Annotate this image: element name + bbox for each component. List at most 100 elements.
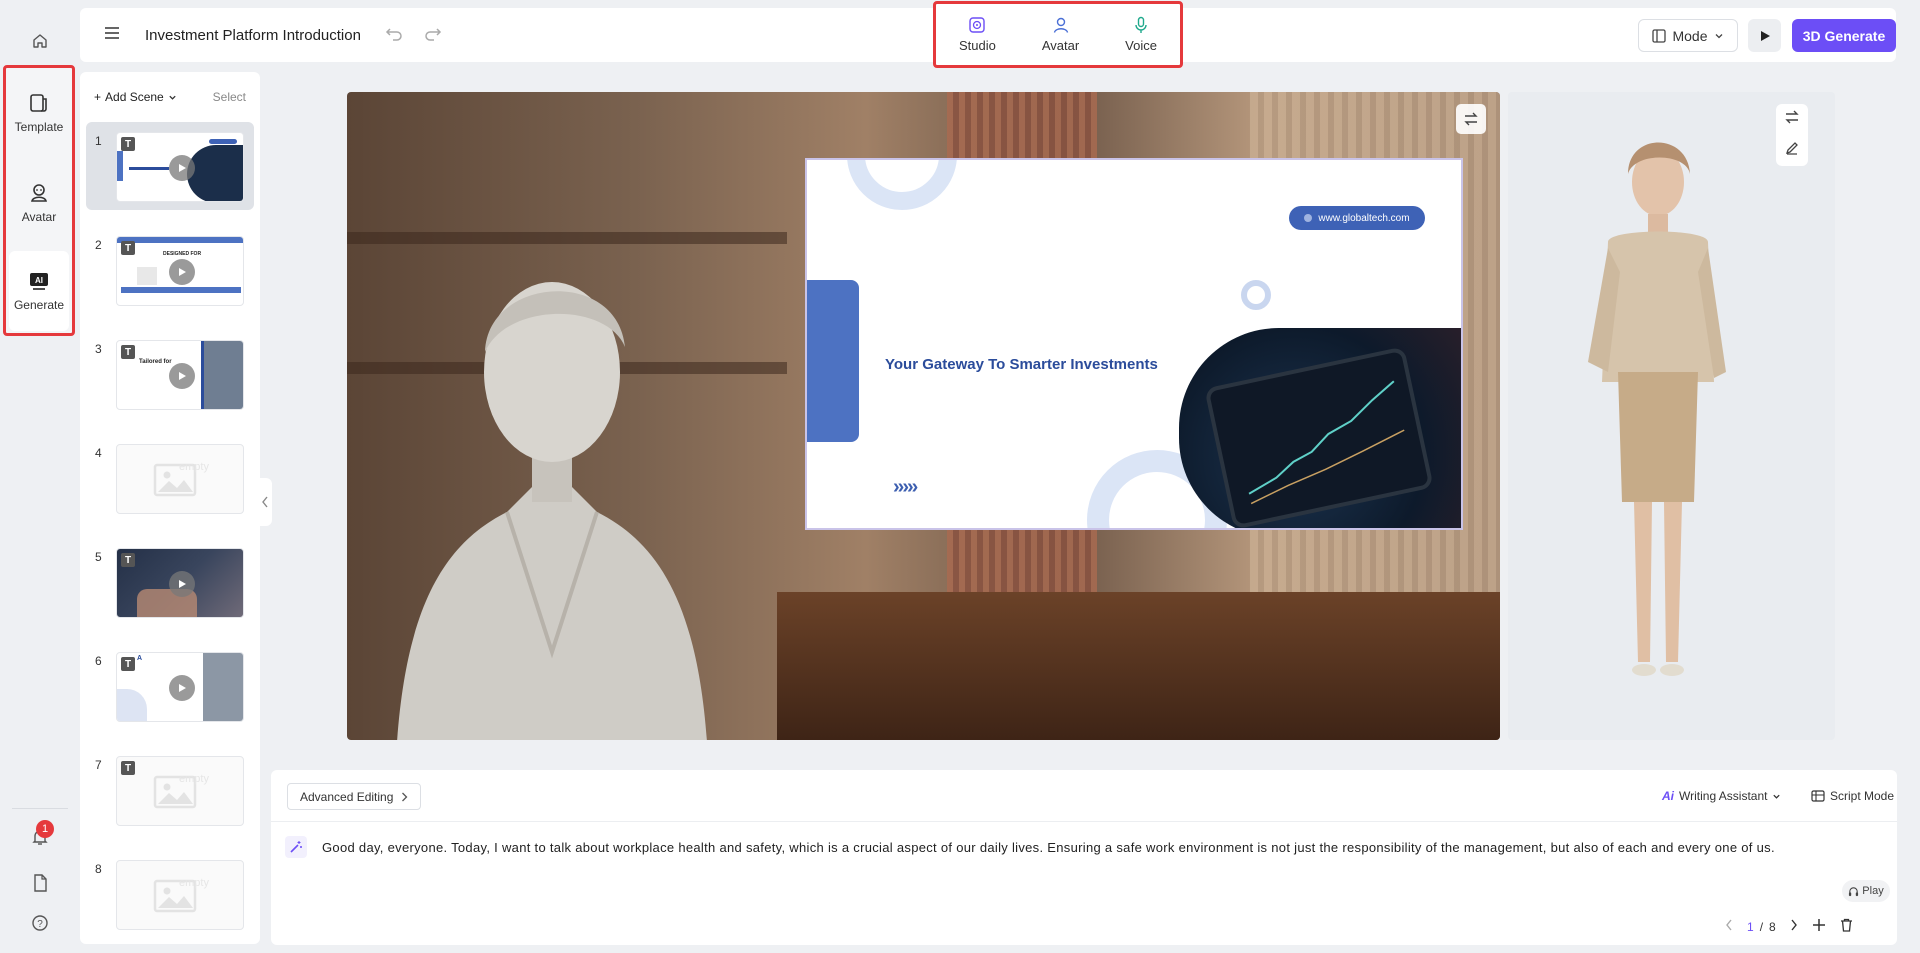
- scene-thumbnail: A T: [116, 652, 244, 722]
- scene-thumbnail: T: [116, 548, 244, 618]
- tab-voice[interactable]: Voice: [1125, 16, 1157, 53]
- scene-item[interactable]: 4 empty: [86, 434, 254, 522]
- swap-avatar-button[interactable]: [1784, 110, 1800, 129]
- script-textarea[interactable]: Good day, everyone. Today, I want to tal…: [322, 836, 1867, 860]
- scene-thumbnail: DESIGNED FOR T: [116, 236, 244, 306]
- home-icon[interactable]: [24, 25, 56, 57]
- play-icon[interactable]: [169, 155, 195, 181]
- rail-item-avatar[interactable]: Avatar: [9, 163, 69, 243]
- ai-sparkle-icon: Ai: [1662, 789, 1674, 803]
- globe-icon: [1304, 214, 1313, 222]
- decor-circle: [847, 160, 957, 210]
- svg-text:AI: AI: [35, 276, 43, 285]
- swap-layout-button[interactable]: [1456, 104, 1486, 134]
- headphones-icon: [1849, 886, 1859, 896]
- chevron-right-icon: [402, 792, 408, 801]
- rail-item-label: Avatar: [21, 210, 57, 224]
- notifications-button[interactable]: 1: [0, 820, 79, 846]
- edit-avatar-button[interactable]: [1785, 141, 1799, 160]
- play-icon[interactable]: [169, 675, 195, 701]
- slide-title: Your Gateway To Smarter Investments: [885, 356, 1158, 373]
- add-page-button[interactable]: [1812, 918, 1826, 935]
- presenter-statue: [397, 282, 707, 740]
- writing-assistant-dropdown[interactable]: Ai Writing Assistant: [1662, 789, 1781, 803]
- tab-label: Studio: [958, 38, 996, 53]
- scene-item[interactable]: 1 T: [86, 122, 254, 210]
- presentation-slide[interactable]: www.globaltech.com Your Gateway To Smart…: [805, 158, 1463, 530]
- chevron-down-icon: [1773, 794, 1781, 799]
- advanced-editing-button[interactable]: Advanced Editing: [287, 783, 422, 810]
- rail-item-template[interactable]: Template: [9, 73, 69, 153]
- thumbnail-caption: Tailored for: [139, 359, 172, 365]
- redo-icon: [425, 28, 442, 41]
- documents-button[interactable]: [0, 874, 79, 892]
- page-separator: /: [1759, 919, 1764, 934]
- scene-item[interactable]: 6 A T: [86, 642, 254, 730]
- layout-icon: [1652, 28, 1667, 43]
- tab-label: Voice: [1125, 38, 1157, 53]
- undo-button[interactable]: [385, 25, 403, 46]
- preview-play-button[interactable]: [1748, 19, 1781, 52]
- chevron-left-icon: [262, 496, 268, 508]
- project-title[interactable]: Investment Platform Introduction: [145, 27, 361, 44]
- next-page-button[interactable]: [1790, 919, 1798, 934]
- document-icon: [33, 874, 47, 892]
- advanced-editing-label: Advanced Editing: [300, 789, 394, 804]
- menu-button[interactable]: [104, 25, 120, 46]
- scene-thumbnail: Tailored for T: [116, 340, 244, 410]
- text-badge: T: [121, 241, 135, 255]
- scene-item[interactable]: 7 empty T: [86, 746, 254, 834]
- scene-canvas[interactable]: www.globaltech.com Your Gateway To Smart…: [347, 92, 1500, 740]
- template-icon: [30, 94, 47, 112]
- redo-button[interactable]: [424, 25, 442, 46]
- hamburger-icon: [105, 27, 119, 39]
- mode-dropdown[interactable]: Mode: [1638, 19, 1738, 52]
- scene-number: 4: [95, 446, 102, 460]
- rail-item-generate[interactable]: AI Generate: [9, 251, 69, 331]
- prev-page-button[interactable]: [1725, 919, 1733, 934]
- writing-assistant-label: Writing Assistant: [1679, 789, 1768, 803]
- play-icon[interactable]: [169, 259, 195, 285]
- scene-panel: + Add Scene Select 1 T 2 DESIGNED FOR T: [80, 72, 260, 944]
- list-icon: [1811, 790, 1825, 802]
- swap-icon: [1785, 110, 1799, 124]
- scene-item[interactable]: 3 Tailored for T: [86, 330, 254, 418]
- tab-studio[interactable]: Studio: [959, 16, 996, 53]
- rail-nav-group: Template Avatar AI Generate: [3, 65, 75, 336]
- help-button[interactable]: ?: [0, 914, 79, 932]
- scene-number: 1: [95, 134, 102, 148]
- text-badge: T: [121, 553, 135, 567]
- text-badge: T: [121, 657, 135, 671]
- tab-avatar[interactable]: Avatar: [1042, 16, 1079, 53]
- delete-page-button[interactable]: [1840, 918, 1853, 935]
- collapse-panel-button[interactable]: [258, 478, 272, 526]
- add-scene-label: Add Scene: [105, 90, 164, 104]
- add-scene-button[interactable]: + Add Scene: [94, 90, 177, 104]
- scene-item[interactable]: 2 DESIGNED FOR T: [86, 226, 254, 314]
- undo-icon: [385, 28, 402, 41]
- tab-label: Avatar: [1041, 38, 1080, 53]
- scene-item[interactable]: 8 empty: [86, 850, 254, 938]
- divider: [271, 821, 1897, 822]
- scene-thumbnail: empty: [116, 860, 244, 930]
- studio-icon: [969, 17, 986, 33]
- text-badge: T: [121, 761, 135, 775]
- mode-label: Mode: [1672, 27, 1708, 44]
- 3d-generate-button[interactable]: 3D Generate: [1792, 19, 1896, 52]
- scene-number: 6: [95, 654, 102, 668]
- script-mode-label: Script Mode: [1830, 789, 1895, 803]
- avatar-icon: [31, 184, 47, 202]
- help-icon: ?: [31, 915, 48, 931]
- select-scenes-button[interactable]: Select: [213, 90, 246, 104]
- plus-icon: +: [94, 90, 102, 104]
- thumbnail-caption: empty: [179, 461, 209, 473]
- scene-item[interactable]: 5 T: [86, 538, 254, 626]
- play-icon[interactable]: [169, 571, 195, 597]
- play-icon[interactable]: [169, 363, 195, 389]
- thumbnail-caption: A: [137, 655, 143, 662]
- script-mode-button[interactable]: Script Mode: [1811, 789, 1894, 803]
- avatar-preview[interactable]: [1508, 92, 1835, 740]
- avatar-toolbar: [1776, 104, 1808, 166]
- magic-wand-icon[interactable]: [285, 836, 307, 858]
- play-script-button[interactable]: Play: [1842, 880, 1890, 902]
